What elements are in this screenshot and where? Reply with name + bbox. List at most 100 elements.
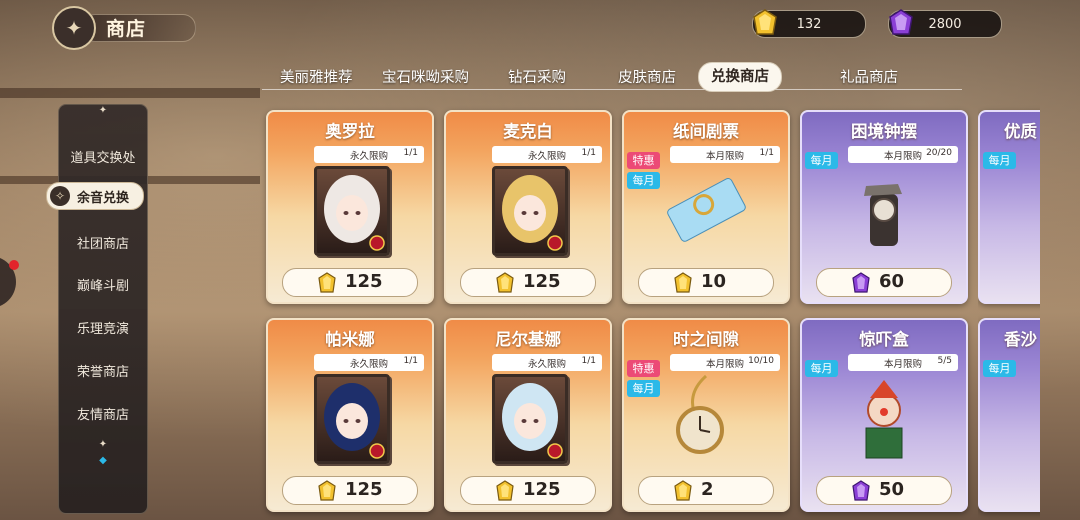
pocket-watch-icon	[676, 374, 724, 454]
price-value: 125	[345, 479, 383, 500]
item-name: 优质	[1004, 122, 1037, 141]
gold-currency-value: 132	[796, 16, 822, 32]
limit-count: 1/1	[403, 356, 418, 366]
price-button[interactable]: 125	[460, 476, 596, 505]
notification-dot	[9, 260, 19, 270]
monthly-badge: 每月	[983, 152, 1016, 169]
gold-crystal-icon	[674, 480, 692, 501]
sidebar-item-honor-shop[interactable]: 荣誉商店	[59, 361, 147, 380]
tab-skin-shop[interactable]: 皮肤商店	[618, 66, 676, 87]
limit-count: 1/1	[581, 148, 596, 158]
item-card[interactable]: 帕米娜 永久限购 1/1 125	[266, 318, 434, 512]
price-value: 10	[701, 271, 727, 292]
sidebar-item-music-contest[interactable]: 乐理竞演	[59, 318, 147, 337]
tab-gem-purchase[interactable]: 宝石咪呦采购	[382, 66, 469, 87]
gold-crystal-icon	[674, 272, 692, 293]
purchase-limit: 永久限购 1/1	[492, 354, 602, 371]
purple-crystal-icon	[852, 272, 870, 293]
sidebar-item-friend-shop[interactable]: 友情商店	[59, 404, 147, 423]
sidebar-item-peak-duel[interactable]: 巅峰斗剧	[59, 275, 147, 294]
sidebar-item-club-shop[interactable]: 社团商店	[59, 233, 147, 252]
item-name: 尼尔基娜	[495, 330, 561, 349]
character-portrait	[314, 166, 390, 256]
sidebar: ✦ 道具交换处 社团商店 巅峰斗剧 乐理竞演 荣誉商店 友情商店 ✦ ◆	[58, 104, 148, 514]
monthly-badge: 每月	[627, 380, 660, 397]
limit-count: 5/5	[937, 356, 952, 366]
price-value: 60	[879, 271, 905, 292]
tab-exchange-shop[interactable]: 兑换商店	[698, 62, 782, 92]
sidebar-item-echo-exchange[interactable]: ✧ 余音兑换	[46, 182, 144, 210]
price-button[interactable]: 60	[816, 268, 952, 297]
item-card[interactable]: 麦克白 永久限购 1/1 125	[444, 110, 612, 304]
item-name: 香沙	[1004, 330, 1037, 349]
price-button[interactable]: 50	[816, 476, 952, 505]
price-value: 125	[523, 271, 561, 292]
item-name: 惊吓盒	[859, 330, 909, 349]
partial-cards: 优质 每月 香沙 每月	[978, 0, 1040, 520]
item-card[interactable]: 困境钟摆 本月限购 20/20 每月 60	[800, 110, 968, 304]
price-value: 125	[345, 271, 383, 292]
tab-recommend[interactable]: 美丽雅推荐	[280, 66, 353, 87]
tab-gift-shop[interactable]: 礼品商店	[840, 66, 898, 87]
character-portrait	[314, 374, 390, 464]
price-button[interactable]: 125	[460, 268, 596, 297]
purchase-limit: 本月限购 5/5	[848, 354, 958, 371]
gold-crystal-icon	[318, 272, 336, 293]
purchase-limit: 本月限购 10/10	[670, 354, 780, 371]
price-button[interactable]: 2	[638, 476, 774, 505]
purchase-limit: 本月限购 1/1	[670, 146, 780, 163]
monthly-badge: 每月	[805, 360, 838, 377]
limit-count: 1/1	[759, 148, 774, 158]
sidebar-ornament-icon: ✦	[98, 105, 108, 116]
background-shelf	[0, 88, 260, 98]
purchase-limit: 永久限购 1/1	[492, 146, 602, 163]
limit-count: 1/1	[403, 148, 418, 158]
gold-currency[interactable]: 132	[752, 9, 866, 38]
sidebar-scroll-indicator: ◆	[99, 455, 107, 466]
character-portrait	[492, 166, 568, 256]
purple-crystal-icon	[852, 480, 870, 501]
tab-diamond-purchase[interactable]: 钻石采购	[508, 66, 566, 87]
price-value: 50	[879, 479, 905, 500]
item-card[interactable]: 时之间隙 本月限购 10/10 特惠每月 2	[622, 318, 790, 512]
item-card[interactable]: 纸间剧票 本月限购 1/1 特惠 每月 10	[622, 110, 790, 304]
shop-tabs: 美丽雅推荐 宝石咪呦采购 钻石采购 皮肤商店 兑换商店 礼品商店	[262, 62, 962, 92]
monthly-badge: 每月	[983, 360, 1016, 377]
price-button[interactable]: 10	[638, 268, 774, 297]
item-name: 时之间隙	[673, 330, 739, 349]
item-card[interactable]: 尼尔基娜 永久限购 1/1 125	[444, 318, 612, 512]
shop-title: ✦ 商店	[52, 6, 197, 50]
page-title: 商店	[106, 18, 147, 40]
sidebar-ornament-icon: ✦	[98, 439, 108, 450]
pendulum-clock-icon	[864, 184, 902, 246]
purchase-limit: 永久限购 1/1	[314, 354, 424, 371]
price-button[interactable]: 125	[282, 476, 418, 505]
item-name: 麦克白	[503, 122, 553, 141]
echo-icon: ✧	[50, 186, 70, 206]
item-card[interactable]: 奥罗拉 永久限购 1/1 125	[266, 110, 434, 304]
monthly-badge: 每月	[805, 152, 838, 169]
price-button[interactable]: 125	[282, 268, 418, 297]
item-name: 纸间剧票	[673, 122, 739, 141]
purchase-limit: 本月限购 20/20	[848, 146, 958, 163]
price-value: 2	[701, 479, 714, 500]
item-card[interactable]: 惊吓盒 本月限购 5/5 每月 50	[800, 318, 968, 512]
gold-crystal-icon	[318, 480, 336, 501]
jack-in-the-box-icon	[865, 380, 903, 459]
item-card[interactable]: 优质 每月	[978, 110, 1040, 304]
sale-badge: 特惠	[627, 360, 660, 377]
limit-count: 10/10	[748, 356, 774, 366]
character-portrait	[492, 374, 568, 464]
limit-count: 1/1	[581, 356, 596, 366]
price-value: 125	[523, 479, 561, 500]
item-name: 困境钟摆	[851, 122, 917, 141]
item-name: 奥罗拉	[325, 122, 375, 141]
gold-crystal-icon	[496, 272, 514, 293]
ticket-icon	[667, 177, 746, 242]
item-card[interactable]: 香沙 每月	[978, 318, 1040, 512]
purchase-limit: 永久限购 1/1	[314, 146, 424, 163]
shop-emblem-icon[interactable]: ✦	[52, 6, 96, 50]
monthly-badge: 每月	[627, 172, 660, 189]
limit-count: 20/20	[926, 148, 952, 158]
sidebar-item-item-exchange[interactable]: 道具交换处	[59, 147, 147, 166]
